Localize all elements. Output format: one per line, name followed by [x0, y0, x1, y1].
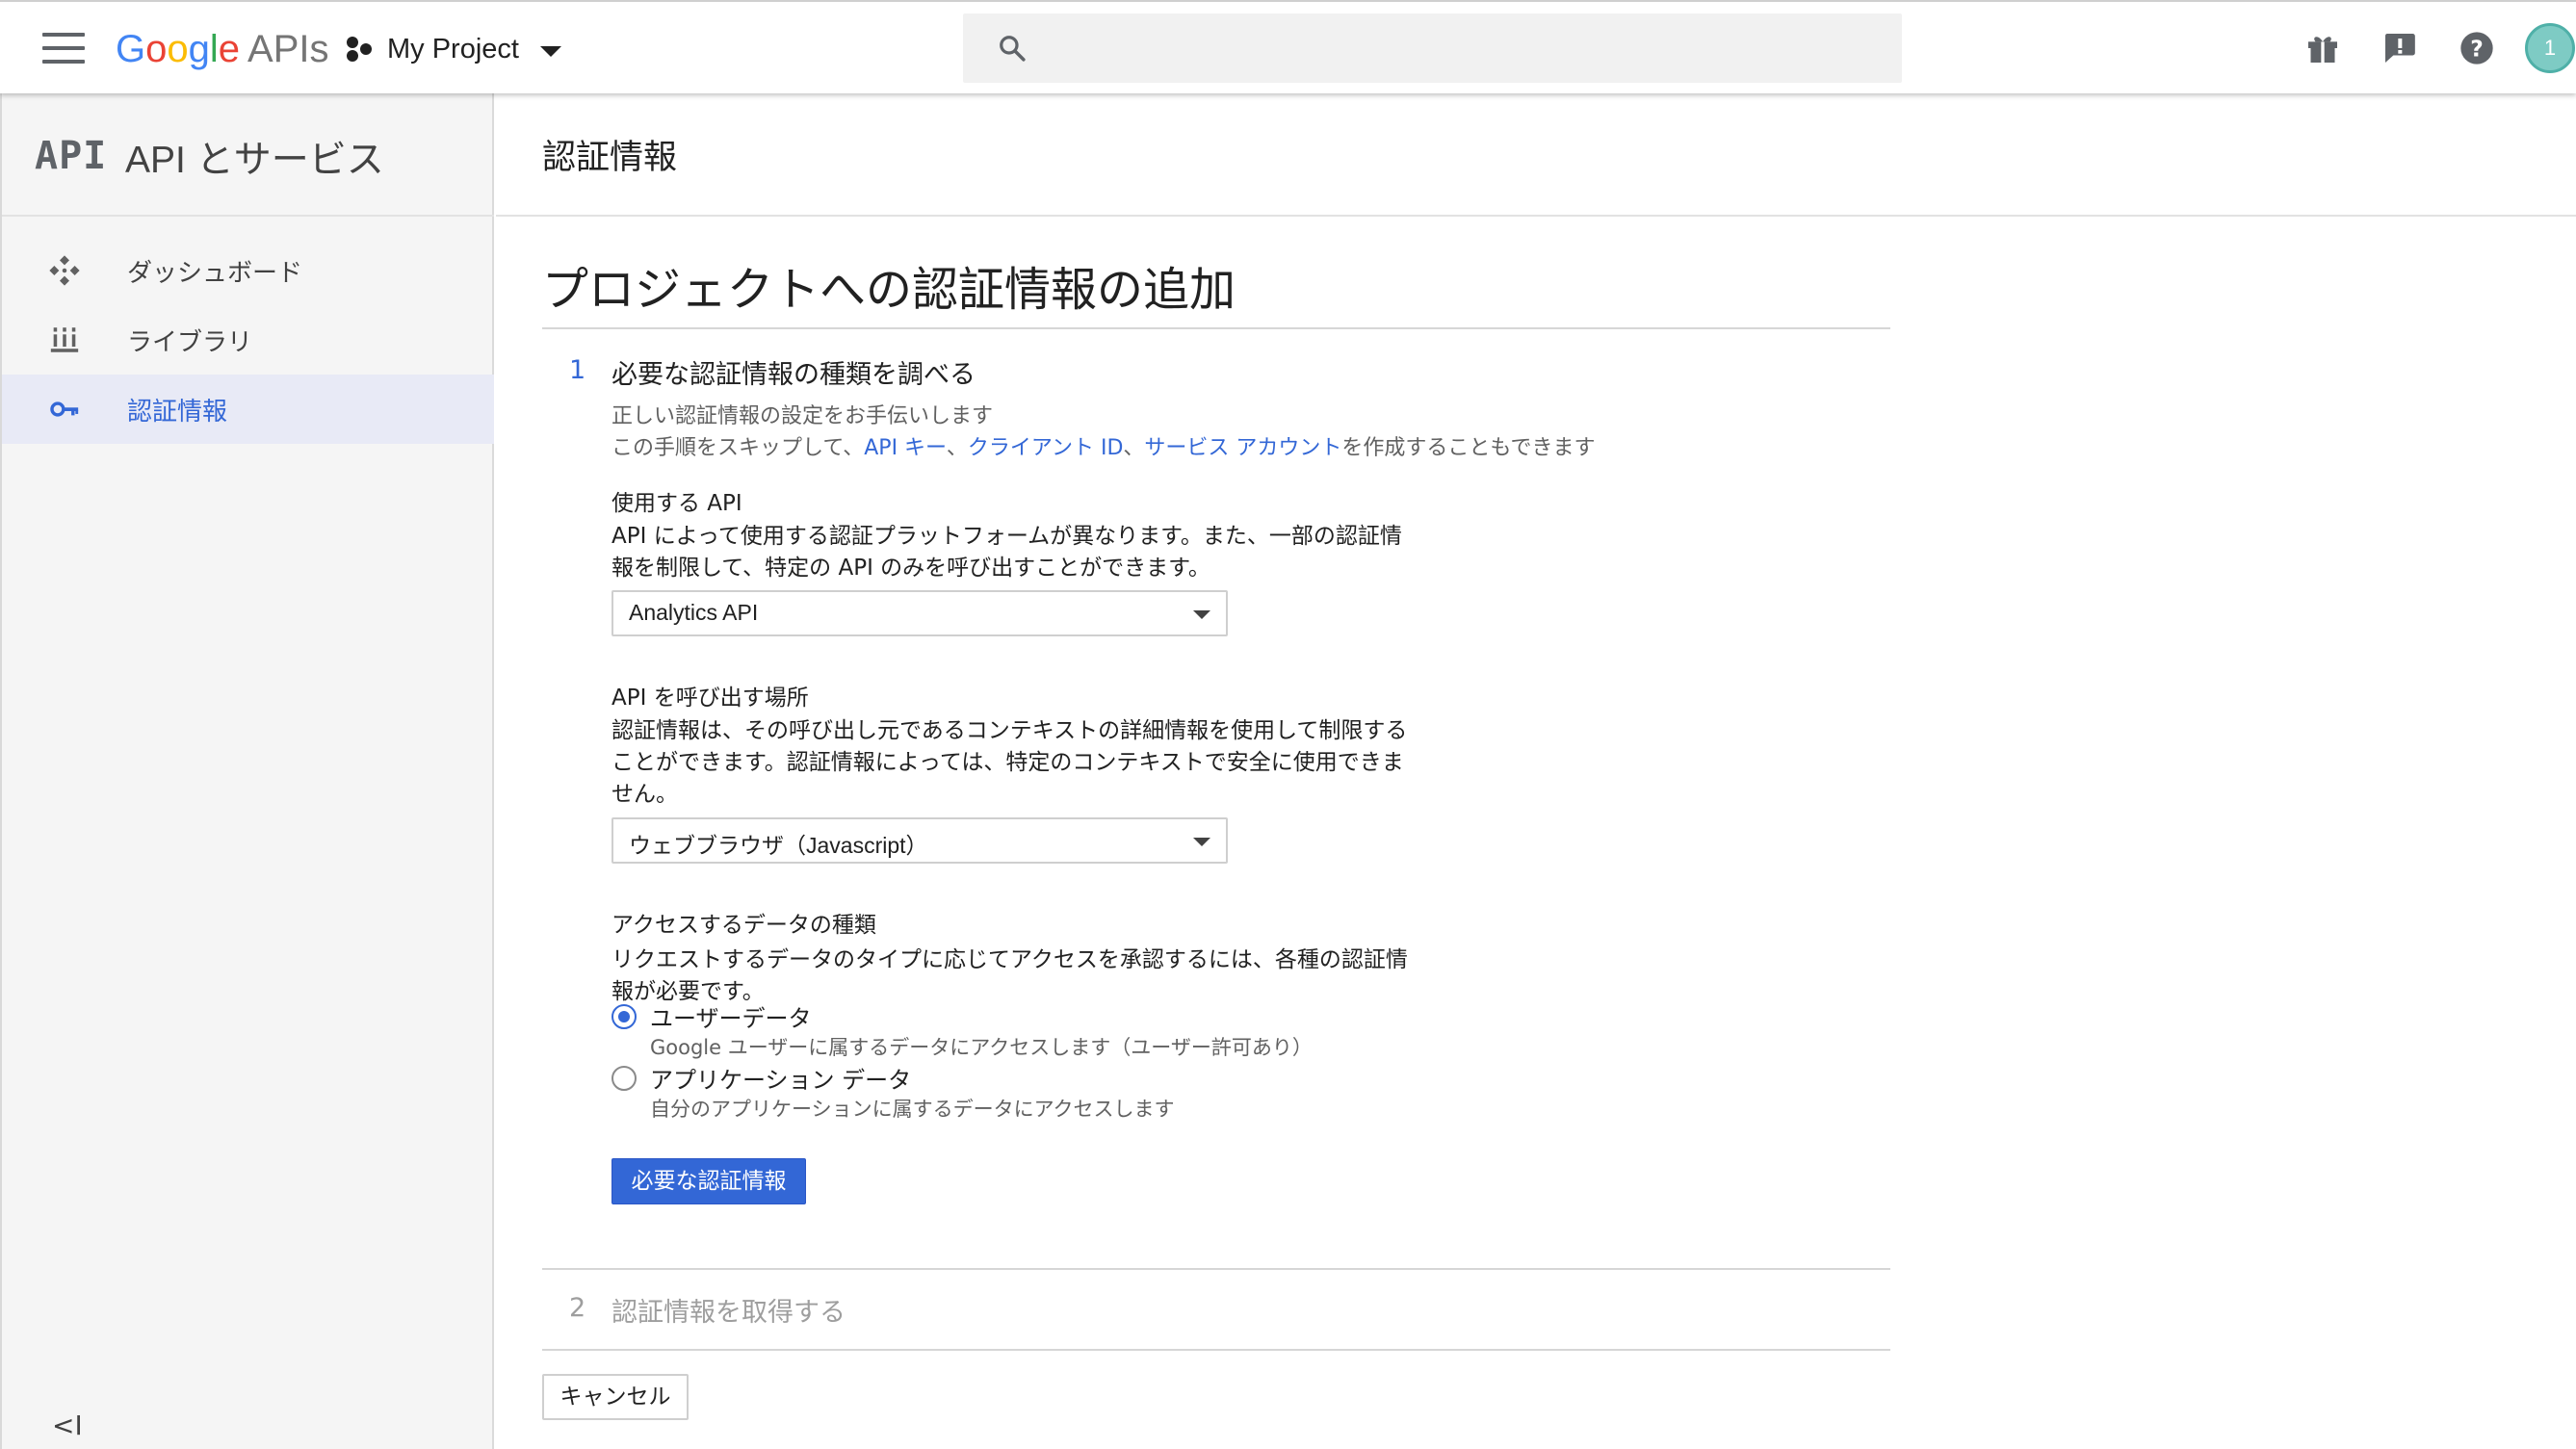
- api-select-value: Analytics API: [629, 600, 759, 625]
- sidebar-item-label: ライブラリ: [127, 328, 253, 357]
- search-bar[interactable]: [963, 13, 1902, 83]
- application-data-description: 自分のアプリケーションに属するデータにアクセスします: [650, 1098, 1175, 1121]
- page-header: 認証情報: [496, 93, 2576, 217]
- call-location-select-value: ウェブブラウザ（Javascript）: [629, 833, 928, 858]
- chevron-down-icon: [1193, 838, 1210, 846]
- help-line-2: この手順をスキップして、API キー、クライアント ID、サービス アカウントを…: [611, 436, 1596, 460]
- menu-icon[interactable]: [42, 33, 85, 64]
- help-line-1: 正しい認証情報の設定をお手伝いします: [611, 404, 994, 428]
- api-section-title: 使用する API: [611, 491, 742, 516]
- api-section-description: API によって使用する認証プラットフォームが異なります。また、一部の認証情 報…: [611, 524, 1402, 581]
- application-data-radio[interactable]: [611, 1066, 637, 1091]
- step-title: 認証情報を取得する: [611, 1298, 846, 1328]
- chevron-down-icon: [539, 45, 561, 57]
- divider: [542, 1268, 1890, 1270]
- feedback-icon[interactable]: [2381, 29, 2419, 67]
- call-location-title: API を呼び出す場所: [611, 686, 809, 711]
- api-logo-icon: API: [35, 134, 108, 178]
- avatar-initial: 1: [2543, 36, 2557, 60]
- help-icon[interactable]: ?: [2458, 29, 2496, 67]
- search-icon: [1000, 36, 1026, 62]
- top-bar: Google APIs My Project ? 1: [0, 0, 2576, 93]
- application-data-label[interactable]: アプリケーション データ: [650, 1061, 911, 1095]
- avatar[interactable]: 1: [2525, 23, 2575, 73]
- logo-apis: APIs: [247, 28, 329, 70]
- library-icon: [50, 327, 79, 352]
- logo-google: Google: [116, 28, 241, 70]
- sidebar-title[interactable]: API とサービス: [125, 130, 384, 184]
- sidebar-item-dashboard[interactable]: ダッシュボード: [2, 236, 494, 305]
- gift-icon[interactable]: [2303, 29, 2342, 67]
- search-input[interactable]: [1050, 13, 1878, 83]
- data-type-title: アクセスするデータの種類: [611, 913, 876, 938]
- page-title: 認証情報: [542, 139, 678, 177]
- google-apis-logo[interactable]: Google APIs: [116, 25, 329, 73]
- sidebar: API API とサービス ダッシュボード ライブラリ 認証情報 <I: [0, 93, 494, 1449]
- project-icon: [345, 35, 374, 64]
- step-number: 1: [569, 355, 586, 385]
- dashboard-icon: [49, 255, 80, 286]
- cancel-button[interactable]: キャンセル: [542, 1374, 689, 1420]
- project-selector[interactable]: My Project: [345, 27, 561, 71]
- user-data-description: Google ユーザーに属するデータにアクセスします（ユーザー許可あり）: [650, 1036, 1313, 1059]
- step-number: 2: [569, 1293, 586, 1323]
- step-title: 必要な認証情報の種類を調べる: [611, 360, 976, 390]
- sidebar-item-label: 認証情報: [127, 398, 228, 427]
- chevron-down-icon: [1193, 610, 1210, 619]
- svg-text:?: ?: [2470, 35, 2484, 62]
- help-text: 正しい認証情報の設定をお手伝いします この手順をスキップして、API キー、クラ…: [611, 401, 1596, 464]
- sidebar-header: API API とサービス: [2, 93, 494, 217]
- divider: [542, 1349, 1890, 1351]
- call-location-select[interactable]: ウェブブラウザ（Javascript）: [611, 817, 1228, 864]
- service-account-link[interactable]: サービス アカウント: [1144, 436, 1341, 460]
- api-key-link[interactable]: API キー: [864, 436, 947, 460]
- api-select[interactable]: Analytics API: [611, 590, 1228, 636]
- collapse-sidebar-icon[interactable]: <I: [52, 1410, 83, 1441]
- client-id-link[interactable]: クライアント ID: [968, 436, 1124, 460]
- key-icon: [50, 401, 79, 417]
- divider: [542, 327, 1890, 329]
- user-data-label[interactable]: ユーザーデータ: [650, 999, 812, 1033]
- project-name: My Project: [387, 33, 519, 65]
- sidebar-item-label: ダッシュボード: [127, 259, 303, 288]
- page-heading: プロジェクトへの認証情報の追加: [542, 263, 1236, 317]
- user-data-radio[interactable]: [611, 1004, 637, 1029]
- sidebar-item-library[interactable]: ライブラリ: [2, 305, 494, 375]
- sidebar-item-credentials[interactable]: 認証情報: [2, 375, 494, 444]
- sidebar-nav: ダッシュボード ライブラリ 認証情報: [2, 236, 494, 444]
- required-credentials-button[interactable]: 必要な認証情報: [611, 1158, 806, 1204]
- call-location-description: 認証情報は、その呼び出し元であるコンテキストの詳細情報を使用して制限する ことが…: [611, 718, 1408, 807]
